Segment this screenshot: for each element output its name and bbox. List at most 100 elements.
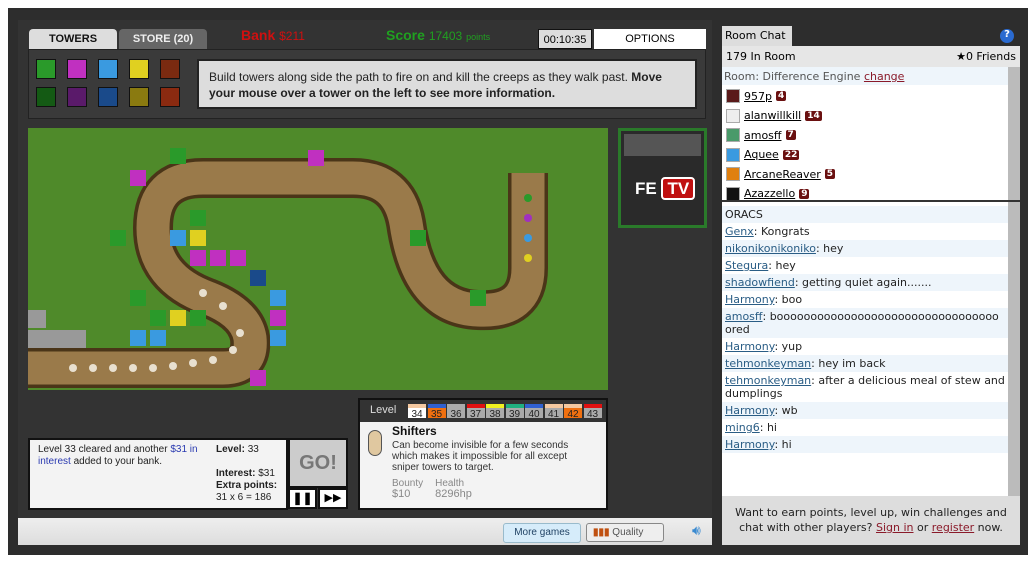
chat-message: Stegura: hey <box>725 259 796 272</box>
fe-label: FE <box>635 179 657 198</box>
username-link[interactable]: 957p <box>744 90 772 103</box>
chat-message: tehmonkeyman: after a delicious meal of … <box>725 374 1005 400</box>
level-0: 34 <box>408 404 426 420</box>
tv-label: TV <box>661 177 696 200</box>
message-author[interactable]: Harmony <box>725 404 774 417</box>
message-text: Kongrats <box>760 225 810 238</box>
friends-count[interactable]: ★0 Friends <box>956 46 1016 67</box>
chat-message: shadowfiend: getting quiet again....... <box>722 274 1008 291</box>
fast-forward-icon: ▶▶ <box>324 492 342 504</box>
chat-message: Harmony: hi <box>722 436 1008 453</box>
username-link[interactable]: Aquee <box>744 148 779 161</box>
avatar <box>726 186 740 200</box>
user-list-item[interactable]: amosff 7 <box>726 126 796 144</box>
creep-icon <box>368 430 382 456</box>
user-list-scrollbar[interactable] <box>1008 67 1020 200</box>
room-name: Difference Engine <box>762 70 861 83</box>
chat-scrollbar[interactable] <box>1008 202 1020 496</box>
extra-points-value: 31 x 6 = 186 <box>216 492 272 503</box>
avatar <box>726 128 740 142</box>
footer-or: or <box>913 521 932 534</box>
register-link[interactable]: register <box>932 521 974 534</box>
room-chat-tab[interactable]: Room Chat <box>722 26 792 46</box>
options-button[interactable]: OPTIONS <box>594 29 706 49</box>
go-button[interactable]: GO! <box>288 438 348 488</box>
chat-footer: Want to earn points, level up, win chall… <box>722 496 1020 545</box>
message-text: hey im back <box>818 357 886 370</box>
message-author[interactable]: Stegura <box>725 259 768 272</box>
chat-message: Harmony: boo <box>725 293 803 306</box>
message-author[interactable]: amosff <box>725 310 763 323</box>
tab-towers[interactable]: TOWERS <box>29 29 117 49</box>
creep-name: Shifters <box>392 424 437 438</box>
status-text-end: added to your bank. <box>70 456 162 467</box>
message-author[interactable]: nikonikonikoniko <box>725 242 816 255</box>
interest-value: $31 <box>258 468 275 479</box>
extra-points-label: Extra points: <box>216 480 278 491</box>
user-list-item[interactable]: Aquee 22 <box>726 146 800 164</box>
quality-button[interactable]: ▮▮▮ Quality <box>586 523 664 542</box>
purple-tower-button[interactable] <box>67 87 87 107</box>
bank-display: Bank $211 <box>241 27 305 43</box>
message-author[interactable]: Genx <box>725 225 754 238</box>
pause-button[interactable]: ❚❚ <box>288 488 317 509</box>
chat-message: amosff: booooooooooooooooooooooooooooooo… <box>722 308 1008 338</box>
level-4: 38 <box>486 404 504 420</box>
message-author[interactable]: Harmony <box>725 340 774 353</box>
dark-green-tower-button[interactable] <box>36 87 56 107</box>
room-count: 179 In Room <box>726 50 796 63</box>
level-label: Level: <box>216 444 245 455</box>
username-link[interactable]: Azazzello <box>744 187 795 200</box>
score-display: Score 17403 points <box>386 27 490 43</box>
blue-tower-button[interactable] <box>98 59 118 79</box>
user-list-item[interactable]: 957p 4 <box>726 87 787 105</box>
message-text: boooooooooooooooooooooooooooooooooored <box>725 310 999 336</box>
sound-icon[interactable]: 🔊︎ <box>692 522 701 539</box>
game-map[interactable] <box>28 128 608 390</box>
yellow-tower-button[interactable] <box>129 59 149 79</box>
level-1: 35 <box>427 404 446 420</box>
health-value: 8296hp <box>435 488 472 500</box>
red-tower-button[interactable] <box>160 59 180 79</box>
level-2: 36 <box>447 404 465 420</box>
change-room-link[interactable]: change <box>864 70 904 83</box>
pink-tower-button[interactable] <box>67 59 87 79</box>
olive-tower-button[interactable] <box>129 87 149 107</box>
message-author[interactable]: tehmonkeyman <box>725 357 811 370</box>
message-author[interactable]: tehmonkeyman <box>725 374 811 387</box>
message-author[interactable]: ming6 <box>725 421 760 434</box>
chat-message: Genx: Kongrats <box>725 225 810 238</box>
level-badge: 7 <box>785 130 796 140</box>
user-list-item[interactable]: alanwillkill 14 <box>726 107 822 125</box>
message-text: hi <box>766 421 777 434</box>
message-text: wb <box>781 404 798 417</box>
more-games-button[interactable]: More games <box>503 523 581 543</box>
score-unit: points <box>466 32 491 42</box>
fe-tv-box[interactable]: FE TV <box>618 128 707 228</box>
score-label: Score <box>386 27 425 43</box>
level-6: 40 <box>525 404 543 420</box>
message-text: getting quiet again....... <box>802 276 932 289</box>
message-author[interactable]: Harmony <box>725 293 774 306</box>
help-icon[interactable]: ? <box>1000 29 1014 43</box>
green-tower-button[interactable] <box>36 59 56 79</box>
info-text: Build towers along side the path to fire… <box>209 70 632 84</box>
level-value: 33 <box>247 444 259 455</box>
tab-store[interactable]: STORE (20) <box>119 29 207 49</box>
fast-forward-button[interactable]: ▶▶ <box>318 488 348 509</box>
sign-in-link[interactable]: Sign in <box>876 521 914 534</box>
level-5: 39 <box>505 404 524 420</box>
user-list-item[interactable]: ArcaneReaver 5 <box>726 165 836 183</box>
message-author[interactable]: shadowfiend <box>725 276 795 289</box>
username-link[interactable]: ArcaneReaver <box>744 168 821 181</box>
message-author[interactable]: Harmony <box>725 438 774 451</box>
dark-blue-tower-button[interactable] <box>98 87 118 107</box>
level-badge: 9 <box>799 188 810 199</box>
message-text: hey <box>823 242 844 255</box>
chat-message: Harmony: wb <box>722 402 1008 419</box>
username-link[interactable]: alanwillkill <box>744 109 801 122</box>
user-list-item[interactable]: Azazzello 9 <box>726 185 810 200</box>
level-7: 41 <box>544 404 563 420</box>
dark-red-tower-button[interactable] <box>160 87 180 107</box>
username-link[interactable]: amosff <box>744 129 782 142</box>
